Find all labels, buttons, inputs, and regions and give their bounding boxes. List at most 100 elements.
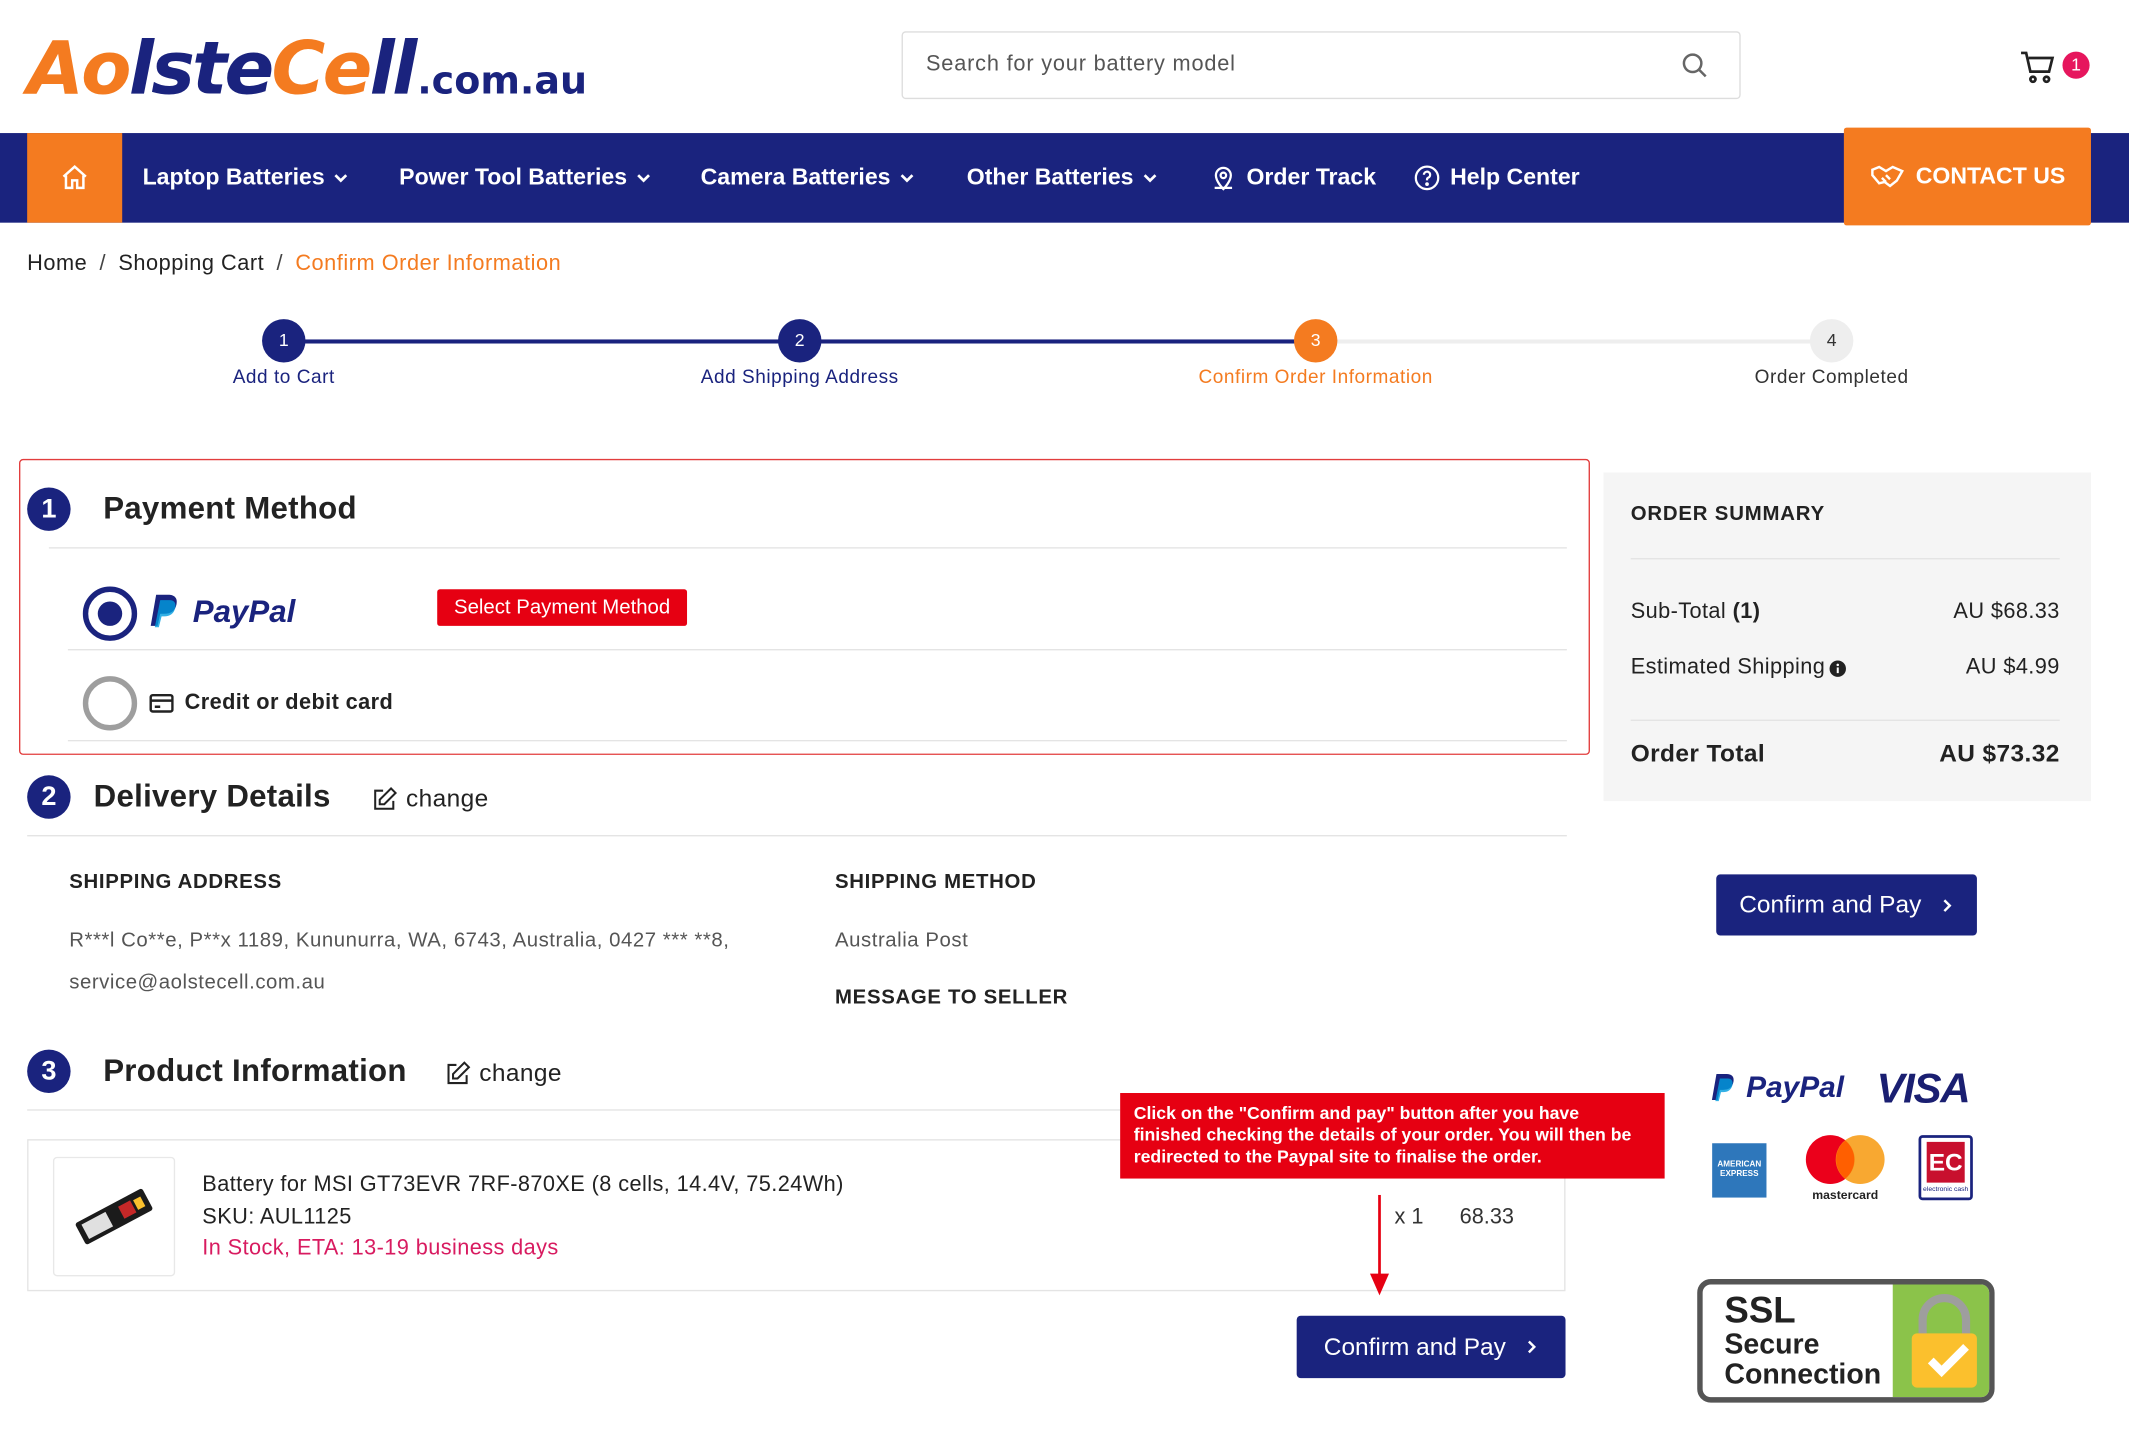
cart-button[interactable]: 1 xyxy=(2018,43,2099,89)
search-input[interactable] xyxy=(902,32,1637,98)
order-total-label: Order Total xyxy=(1630,739,1766,768)
nav-order-track[interactable]: Order Track xyxy=(1208,133,1376,223)
section-number-2: 2 xyxy=(27,775,71,819)
product-change-link[interactable]: change xyxy=(444,1059,562,1088)
cart-count-badge: 1 xyxy=(2062,51,2090,79)
logo-part-1: Ao xyxy=(27,25,131,112)
location-pin-icon xyxy=(1214,166,1233,191)
site-logo[interactable]: AolsteCell .com.au xyxy=(27,24,624,108)
section-number-3: 3 xyxy=(27,1049,71,1094)
shipping-method-label: SHIPPING METHOD xyxy=(835,870,1037,894)
shipping-address-label: SHIPPING ADDRESS xyxy=(69,870,282,894)
contact-us-button[interactable]: CONTACT US xyxy=(1843,127,2091,226)
contact-us-label: CONTACT US xyxy=(1915,162,2066,189)
paypal-badge-text: PayPal xyxy=(1746,1069,1845,1104)
nav-other-batteries[interactable]: Other Batteries xyxy=(967,133,1158,223)
paypal-radio[interactable] xyxy=(82,586,138,641)
product-name[interactable]: Battery for MSI GT73EVR 7RF-870XE (8 cel… xyxy=(202,1173,843,1197)
divider xyxy=(67,649,1567,651)
message-to-seller-label: MESSAGE TO SELLER xyxy=(835,985,1069,1009)
subtotal-count: (1) xyxy=(1732,600,1761,624)
search-icon[interactable] xyxy=(1680,50,1710,80)
nav-home-button[interactable] xyxy=(27,133,123,223)
divider xyxy=(27,1109,1121,1111)
nav-power-tool-batteries[interactable]: Power Tool Batteries xyxy=(399,133,651,223)
paypal-badge: PayPal xyxy=(1711,1070,1844,1105)
chevron-down-icon xyxy=(334,174,348,183)
credit-card-option[interactable]: Credit or debit card xyxy=(149,691,393,715)
edit-icon xyxy=(374,786,398,810)
nav-help-center[interactable]: Help Center xyxy=(1412,133,1580,223)
ssl-secure-badge: SSL Secure Connection xyxy=(1697,1279,1995,1403)
logo-part-3: Ce xyxy=(271,25,373,112)
nav-item-label: Help Center xyxy=(1450,164,1580,191)
shipping-value: AU $4.99 xyxy=(1965,655,2060,679)
handshake-icon xyxy=(1871,165,1904,188)
logo-part-2: lste xyxy=(128,25,274,112)
chevron-down-icon xyxy=(900,174,914,183)
arrow-down-icon xyxy=(1370,1194,1390,1296)
paypal-icon xyxy=(150,594,177,628)
shipping-address-line: R***l Co**e, P**x 1189, Kununurra, WA, 6… xyxy=(69,928,730,952)
ec-mark: EC xyxy=(1926,1141,1965,1183)
order-total-row: Order Total AU $73.32 xyxy=(1631,740,2060,769)
product-price: 68.33 xyxy=(1459,1205,1514,1229)
delivery-change-link[interactable]: change xyxy=(371,785,489,814)
product-stock-status: In Stock, ETA: 13-19 business days xyxy=(202,1236,559,1261)
divider xyxy=(1630,719,2060,721)
divider xyxy=(48,547,1567,549)
nav-item-label: Other Batteries xyxy=(966,164,1134,191)
breadcrumb-shopping-cart[interactable]: Shopping Cart xyxy=(118,253,264,276)
step-2-label: Add Shipping Address xyxy=(700,365,899,387)
nav-item-label: Camera Batteries xyxy=(700,164,891,191)
confirm-and-pay-label: Confirm and Pay xyxy=(1323,1332,1506,1360)
cart-icon xyxy=(2021,51,2055,84)
main-nav: Laptop Batteries Power Tool Batteries Ca… xyxy=(0,127,2129,226)
progress-line-pending xyxy=(1315,339,1832,344)
visa-badge: VISA xyxy=(1876,1064,1970,1113)
mastercard-badge: mastercard xyxy=(1800,1132,1890,1203)
select-payment-method-label: Select Payment Method xyxy=(437,589,688,626)
product-quantity: x 1 xyxy=(1394,1205,1424,1229)
section-number-1: 1 xyxy=(27,487,71,531)
delivery-details-title: Delivery Details xyxy=(93,778,331,814)
nav-camera-batteries[interactable]: Camera Batteries xyxy=(701,133,915,223)
divider xyxy=(27,835,1567,837)
change-label: change xyxy=(405,784,489,812)
subtotal-label: Sub-Total xyxy=(1630,600,1727,624)
step-3-label: Confirm Order Information xyxy=(1198,365,1433,387)
logo-part-4: ll xyxy=(369,25,418,112)
chevron-right-icon xyxy=(1943,898,1952,912)
question-circle-icon xyxy=(1414,165,1440,191)
chevron-right-icon xyxy=(1528,1340,1537,1354)
nav-laptop-batteries[interactable]: Laptop Batteries xyxy=(143,133,350,223)
mastercard-icon xyxy=(1805,1135,1885,1184)
nav-item-label: Order Track xyxy=(1246,164,1377,191)
battery-image-icon xyxy=(75,1188,153,1245)
paypal-logo[interactable]: PayPal xyxy=(149,592,295,630)
step-4-label: Order Completed xyxy=(1754,365,1909,387)
step-4-dot: 4 xyxy=(1809,319,1854,363)
search-bar xyxy=(901,31,1741,100)
product-image[interactable] xyxy=(52,1156,176,1277)
breadcrumb-home[interactable]: Home xyxy=(27,253,87,276)
confirm-and-pay-label: Confirm and Pay xyxy=(1739,890,1922,918)
step-2-dot: 2 xyxy=(778,319,822,363)
ssl-text-1: SSL xyxy=(1724,1289,1796,1331)
change-label: change xyxy=(479,1059,562,1087)
order-summary-panel: ORDER SUMMARY Sub-Total (1) AU $68.33 Es… xyxy=(1603,472,2091,802)
amex-badge: AMERICAN EXPRESS xyxy=(1712,1143,1767,1198)
shipping-method-value: Australia Post xyxy=(835,928,969,952)
confirm-and-pay-button-bottom[interactable]: Confirm and Pay xyxy=(1296,1315,1566,1379)
info-icon[interactable] xyxy=(1829,659,1847,677)
divider xyxy=(67,739,1567,742)
ssl-text-2: Secure xyxy=(1724,1329,1820,1361)
product-sku: SKU: AUL1125 xyxy=(202,1205,352,1229)
credit-card-radio[interactable] xyxy=(82,676,138,731)
paypal-icon xyxy=(1711,1074,1734,1102)
credit-card-label: Credit or debit card xyxy=(184,691,394,715)
confirm-and-pay-button-side[interactable]: Confirm and Pay xyxy=(1716,874,1977,936)
subtotal-value: AU $68.33 xyxy=(1953,600,2060,624)
amex-badge-text: AMERICAN EXPRESS xyxy=(1717,1160,1762,1179)
confirm-hint-tooltip: Click on the "Confirm and pay" button af… xyxy=(1120,1093,1665,1179)
